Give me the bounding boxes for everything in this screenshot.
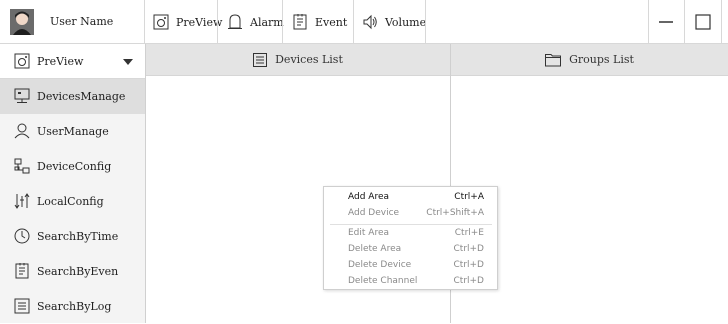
groups-list-header[interactable]: Groups List	[451, 44, 728, 76]
folder-icon	[545, 53, 562, 67]
menu-item-shortcut: Ctrl+D	[453, 260, 485, 270]
maximize-button[interactable]	[693, 12, 713, 32]
camera-icon	[153, 14, 169, 30]
sidebar-item-label: LocalConfig	[37, 195, 104, 208]
devices-list-header[interactable]: Devices List	[146, 44, 450, 76]
sidebar-item-searchbyeven[interactable]: SearchByEven	[0, 254, 145, 289]
top-toolbar: User Name PreView Alarm Event Volume	[0, 0, 728, 44]
menu-item-label: Add Device	[348, 208, 400, 218]
menu-item-add-device[interactable]: Add Device Ctrl+Shift+A	[324, 206, 497, 221]
toolbar-divider	[282, 0, 283, 44]
menu-item-label: Delete Channel	[348, 276, 418, 286]
camera-icon	[14, 53, 30, 69]
toolbar-divider	[353, 0, 354, 44]
user-icon	[14, 123, 30, 139]
sidebar-item-label: DeviceConfig	[37, 160, 112, 173]
menu-item-delete-channel[interactable]: Delete Channel Ctrl+D	[324, 274, 497, 289]
volume-button-label: Volume	[385, 15, 427, 29]
toolbar-divider	[721, 0, 722, 44]
menu-item-label: Add Area	[348, 192, 389, 202]
sidebar-item-searchbytime[interactable]: SearchByTime	[0, 219, 145, 254]
maximize-icon	[695, 14, 711, 30]
chevron-down-icon[interactable]	[123, 59, 133, 65]
event-button-label: Event	[315, 15, 348, 29]
clock-icon	[14, 228, 30, 244]
sidebar-item-usermanage[interactable]: UserManage	[0, 114, 145, 149]
sidebar-item-label: DevicesManage	[37, 90, 126, 103]
bell-icon	[227, 14, 243, 30]
menu-item-shortcut: Ctrl+Shift+A	[426, 208, 484, 218]
sidebar-item-label: PreView	[37, 54, 84, 68]
avatar	[10, 9, 34, 35]
sidebar-item-label: SearchByTime	[37, 230, 119, 243]
preview-button-label: PreView	[176, 15, 223, 29]
menu-item-shortcut: Ctrl+A	[454, 192, 484, 202]
network-config-icon	[14, 158, 30, 174]
sidebar-item-label: UserManage	[37, 125, 109, 138]
event-list-icon	[292, 14, 308, 30]
sort-arrows-icon	[14, 193, 30, 209]
speaker-icon	[362, 14, 378, 30]
monitor-icon	[14, 88, 30, 104]
log-list-icon	[14, 298, 30, 314]
toolbar-divider	[425, 0, 426, 44]
menu-separator	[330, 224, 492, 225]
alarm-button-label: Alarm	[250, 15, 284, 29]
toolbar-divider	[684, 0, 685, 44]
menu-item-label: Delete Device	[348, 260, 412, 270]
user-name: User Name	[50, 15, 114, 28]
sidebar-item-label: SearchByLog	[37, 300, 112, 313]
menu-item-shortcut: Ctrl+D	[453, 276, 485, 286]
menu-item-add-area[interactable]: Add Area Ctrl+A	[324, 190, 497, 205]
devices-list-title: Devices List	[275, 53, 343, 66]
sidebar-item-localconfig[interactable]: LocalConfig	[0, 184, 145, 219]
sidebar-item-deviceconfig[interactable]: DeviceConfig	[0, 149, 145, 184]
toolbar-divider	[217, 0, 218, 44]
menu-item-edit-area[interactable]: Edit Area Ctrl+E	[324, 226, 497, 241]
menu-item-shortcut: Ctrl+E	[454, 228, 484, 238]
sidebar-item-devicesmanage[interactable]: DevicesManage	[0, 79, 145, 114]
list-icon	[253, 52, 268, 67]
menu-item-shortcut: Ctrl+D	[453, 244, 485, 254]
sidebar: PreView DevicesManage UserManage DeviceC…	[0, 44, 146, 323]
menu-item-delete-area[interactable]: Delete Area Ctrl+D	[324, 242, 497, 257]
event-list-icon	[14, 263, 30, 279]
alarm-button[interactable]: Alarm	[227, 0, 284, 44]
toolbar-divider	[648, 0, 649, 44]
menu-item-label: Delete Area	[348, 244, 402, 254]
event-button[interactable]: Event	[292, 0, 347, 44]
menu-item-label: Edit Area	[348, 228, 390, 238]
sidebar-item-label: SearchByEven	[37, 265, 119, 278]
volume-button[interactable]: Volume	[362, 0, 426, 44]
sidebar-item-preview[interactable]: PreView	[0, 44, 145, 79]
groups-list-title: Groups List	[569, 53, 634, 66]
sidebar-item-searchbylog[interactable]: SearchByLog	[0, 289, 145, 324]
minimize-icon	[659, 21, 673, 23]
menu-item-delete-device[interactable]: Delete Device Ctrl+D	[324, 258, 497, 273]
minimize-button[interactable]	[656, 12, 676, 32]
preview-button[interactable]: PreView	[153, 0, 222, 44]
context-menu: Add Area Ctrl+A Add Device Ctrl+Shift+A …	[323, 186, 498, 290]
user-profile[interactable]: User Name	[0, 0, 145, 44]
